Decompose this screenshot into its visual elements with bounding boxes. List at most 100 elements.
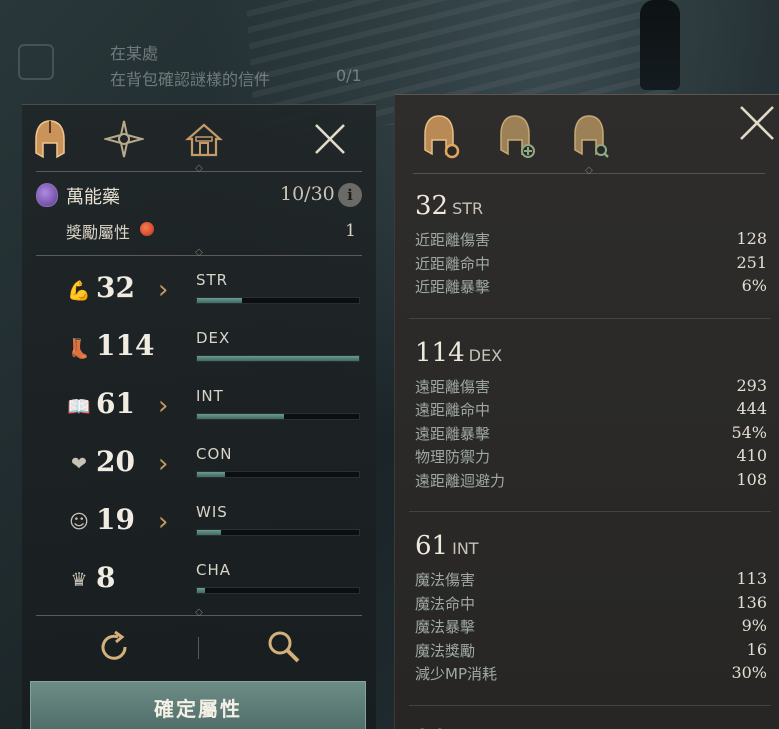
stat-detail-label: 遠距離暴擊: [415, 424, 491, 443]
stat-value: 61: [96, 387, 135, 420]
stat-detail-row: 遠距離傷害 293: [415, 376, 769, 399]
stat-detail-row: 近距離傷害 128: [415, 229, 769, 252]
stat-progress-bar: [196, 587, 360, 594]
left-tab-bar: [22, 105, 376, 167]
stat-value: 19: [96, 503, 135, 536]
increase-con-button[interactable]: ›: [158, 449, 168, 479]
stat-progress-bar: [196, 529, 360, 536]
inspect-button[interactable]: [264, 627, 304, 667]
stat-detail-row: 魔法暴擊 9%: [415, 616, 769, 639]
confirm-attributes-button[interactable]: 確定屬性: [30, 681, 366, 729]
refresh-icon: [101, 630, 127, 660]
stat-tools: [22, 623, 376, 673]
stat-detail-value: 9%: [741, 616, 767, 635]
panel-divider: [36, 255, 362, 256]
section-stat-value: 114: [415, 337, 465, 368]
stat-name: INT: [196, 387, 224, 405]
tab-skills[interactable]: [102, 117, 146, 161]
elixir-row: 萬能藥 10/30 i: [36, 181, 366, 211]
quest-tracker: 在某處 在背包確認謎樣的信件 0/1: [14, 28, 374, 98]
stat-detail-label: 魔法傷害: [415, 571, 476, 589]
star-compass-icon: [104, 120, 144, 158]
stat-detail-row: 遠距離暴擊 54%: [415, 423, 769, 446]
stat-detail-label: 魔法暴擊: [415, 618, 476, 636]
section-header: 20: [415, 725, 452, 729]
stat-detail-row: 魔法獎勵 16: [415, 640, 769, 663]
head-icon: ☺: [69, 511, 89, 533]
helmet-gear-icon: [424, 115, 460, 159]
tab-stat-details[interactable]: [417, 113, 465, 161]
tab-character-helmet[interactable]: [28, 117, 72, 161]
stat-row-str: 💪 32 › STR: [66, 271, 366, 311]
close-left-panel-button[interactable]: [312, 121, 348, 157]
section-stat-value: 61: [415, 531, 449, 561]
stat-progress-bar: [196, 471, 360, 478]
stat-progress-bar: [196, 355, 360, 362]
stat-detail-row: 魔法傷害 113: [415, 569, 769, 592]
stat-value: 32: [96, 271, 135, 304]
stat-name: DEX: [196, 329, 231, 347]
stat-row-int: 📖 61 › INT: [66, 387, 366, 427]
bonus-points-label: 獎勵屬性: [66, 223, 131, 242]
stat-row-dex: 👢 114 DEX: [66, 329, 366, 369]
section-stat-name: INT: [452, 539, 479, 558]
book-icon: 📖: [67, 396, 91, 418]
close-right-panel-button[interactable]: [737, 103, 777, 143]
section-divider: [409, 511, 771, 512]
stat-detail-label: 近距離暴擊: [415, 278, 491, 296]
section-stat-value: 32: [415, 191, 449, 221]
stat-detail-label: 魔法命中: [415, 594, 476, 613]
elixir-name: 萬能藥: [66, 187, 120, 208]
stat-detail-value: 251: [736, 252, 767, 272]
panel-divider: [36, 171, 362, 172]
stat-detail-label: 近距離命中: [415, 254, 491, 273]
stat-detail-label: 遠距離迴避力: [415, 471, 506, 490]
stat-detail-label: 近距離傷害: [415, 231, 491, 249]
alert-dot-icon: [140, 222, 154, 236]
stat-row-wis: ☺ 19 › WIS: [66, 503, 366, 543]
arm-icon: 💪: [67, 280, 91, 302]
stat-allocation-panel: 萬能藥 10/30 i 獎勵屬性 1 💪32 › STR 👢114 DEX 📖61 › INT…: [22, 104, 376, 729]
tab-stat-bonus[interactable]: [493, 113, 541, 161]
stat-progress-fill: [197, 588, 206, 593]
section-divider: [409, 704, 771, 706]
stat-detail-value: 6%: [741, 276, 767, 295]
stat-detail-row: 遠距離迴避力 108: [415, 470, 769, 493]
helmet-icon: [35, 120, 65, 159]
stat-value: 20: [96, 445, 135, 478]
stat-detail-label: 物理防禦力: [415, 448, 491, 466]
quest-progress: 0/1: [336, 66, 362, 85]
increase-int-button[interactable]: ›: [158, 391, 168, 421]
stat-detail-label: 魔法獎勵: [415, 641, 476, 660]
elixir-count: 10/30: [280, 183, 335, 205]
stat-detail-row: 近距離暴擊 6%: [415, 276, 769, 299]
increase-wis-button[interactable]: ›: [158, 507, 168, 537]
stat-detail-value: 128: [736, 229, 767, 248]
bonus-points-row: 獎勵屬性 1: [66, 217, 362, 243]
magnifier-icon: [268, 631, 300, 663]
boot-icon: 👢: [67, 338, 91, 360]
stat-detail-value: 444: [736, 399, 767, 418]
helmet-search-icon: [574, 115, 609, 158]
section-header: 32 STR: [415, 191, 483, 221]
stat-name: STR: [196, 271, 229, 289]
section-stat-value: 20: [415, 725, 448, 729]
stat-value: 8: [96, 561, 116, 594]
stat-detail-label: 減少MP消耗: [415, 665, 497, 683]
stat-detail-row: 魔法命中 136: [415, 593, 769, 616]
crown-icon: ♛: [70, 569, 88, 591]
stat-row-cha: ♛ 8 CHA: [66, 561, 366, 601]
tab-house[interactable]: [182, 117, 226, 161]
stat-detail-value: 16: [746, 639, 767, 659]
reset-button[interactable]: [94, 627, 134, 667]
character-silhouette: [640, 0, 680, 90]
stat-progress-fill: [197, 298, 243, 303]
stat-detail-row: 遠距離命中 444: [415, 399, 769, 422]
tab-stat-search[interactable]: [567, 113, 615, 161]
stat-detail-value: 108: [736, 469, 767, 489]
helmet-plus-icon: [500, 115, 535, 158]
increase-str-button[interactable]: ›: [158, 275, 168, 305]
stat-progress-fill: [197, 472, 225, 477]
stat-detail-row: 減少MP消耗 30%: [415, 663, 769, 686]
info-icon[interactable]: i: [338, 183, 362, 207]
